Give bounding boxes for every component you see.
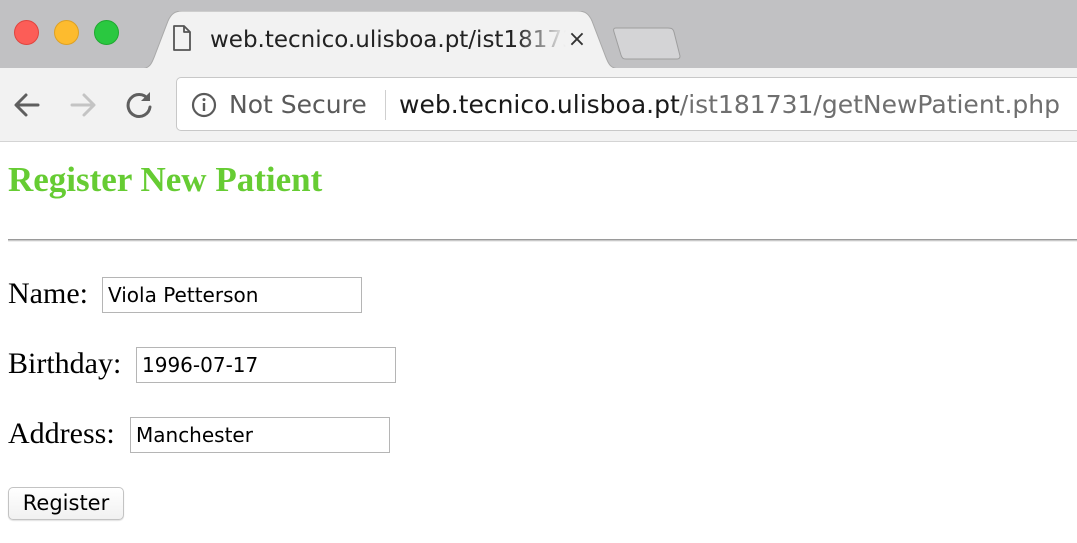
- name-label: Name:: [8, 277, 88, 310]
- document-icon: [173, 25, 191, 51]
- security-status-label[interactable]: Not Secure: [229, 88, 367, 122]
- register-button[interactable]: Register: [8, 487, 124, 520]
- url-host: web.tecnico.ulisboa.pt: [399, 90, 680, 119]
- address-label: Address:: [8, 417, 115, 450]
- birthday-label: Birthday:: [8, 347, 122, 380]
- window-maximize-button[interactable]: [94, 20, 119, 45]
- window-close-button[interactable]: [14, 20, 39, 45]
- back-arrow-icon[interactable]: [10, 88, 44, 122]
- browser-tab-active[interactable]: web.tecnico.ulisboa.pt/ist181731/getNewP…: [140, 11, 620, 69]
- browser-tab-strip: web.tecnico.ulisboa.pt/ist181731/getNewP…: [0, 0, 1077, 69]
- url-text[interactable]: web.tecnico.ulisboa.pt/ist181731/getNewP…: [399, 88, 1060, 122]
- info-icon[interactable]: [191, 92, 217, 118]
- address-input[interactable]: [130, 417, 390, 453]
- reload-icon[interactable]: [122, 88, 156, 122]
- page-content: Register New Patient Name: Birthday: Add…: [0, 142, 1077, 543]
- tab-close-icon[interactable]: ×: [567, 25, 587, 55]
- tab-title: web.tecnico.ulisboa.pt/ist181731/getNewP…: [210, 27, 566, 53]
- new-tab-button[interactable]: [610, 26, 682, 60]
- address-bar[interactable]: Not Secure web.tecnico.ulisboa.pt/ist181…: [176, 77, 1077, 131]
- url-path: /ist181731/getNewPatient.php: [679, 90, 1060, 119]
- birthday-input[interactable]: [136, 347, 396, 383]
- browser-toolbar: Not Secure web.tecnico.ulisboa.pt/ist181…: [0, 68, 1077, 142]
- page-title: Register New Patient: [8, 160, 323, 199]
- horizontal-rule: [8, 239, 1077, 242]
- forward-arrow-icon[interactable]: [66, 88, 100, 122]
- name-input[interactable]: [102, 277, 362, 313]
- omnibox-divider: [385, 90, 386, 120]
- window-minimize-button[interactable]: [54, 20, 79, 45]
